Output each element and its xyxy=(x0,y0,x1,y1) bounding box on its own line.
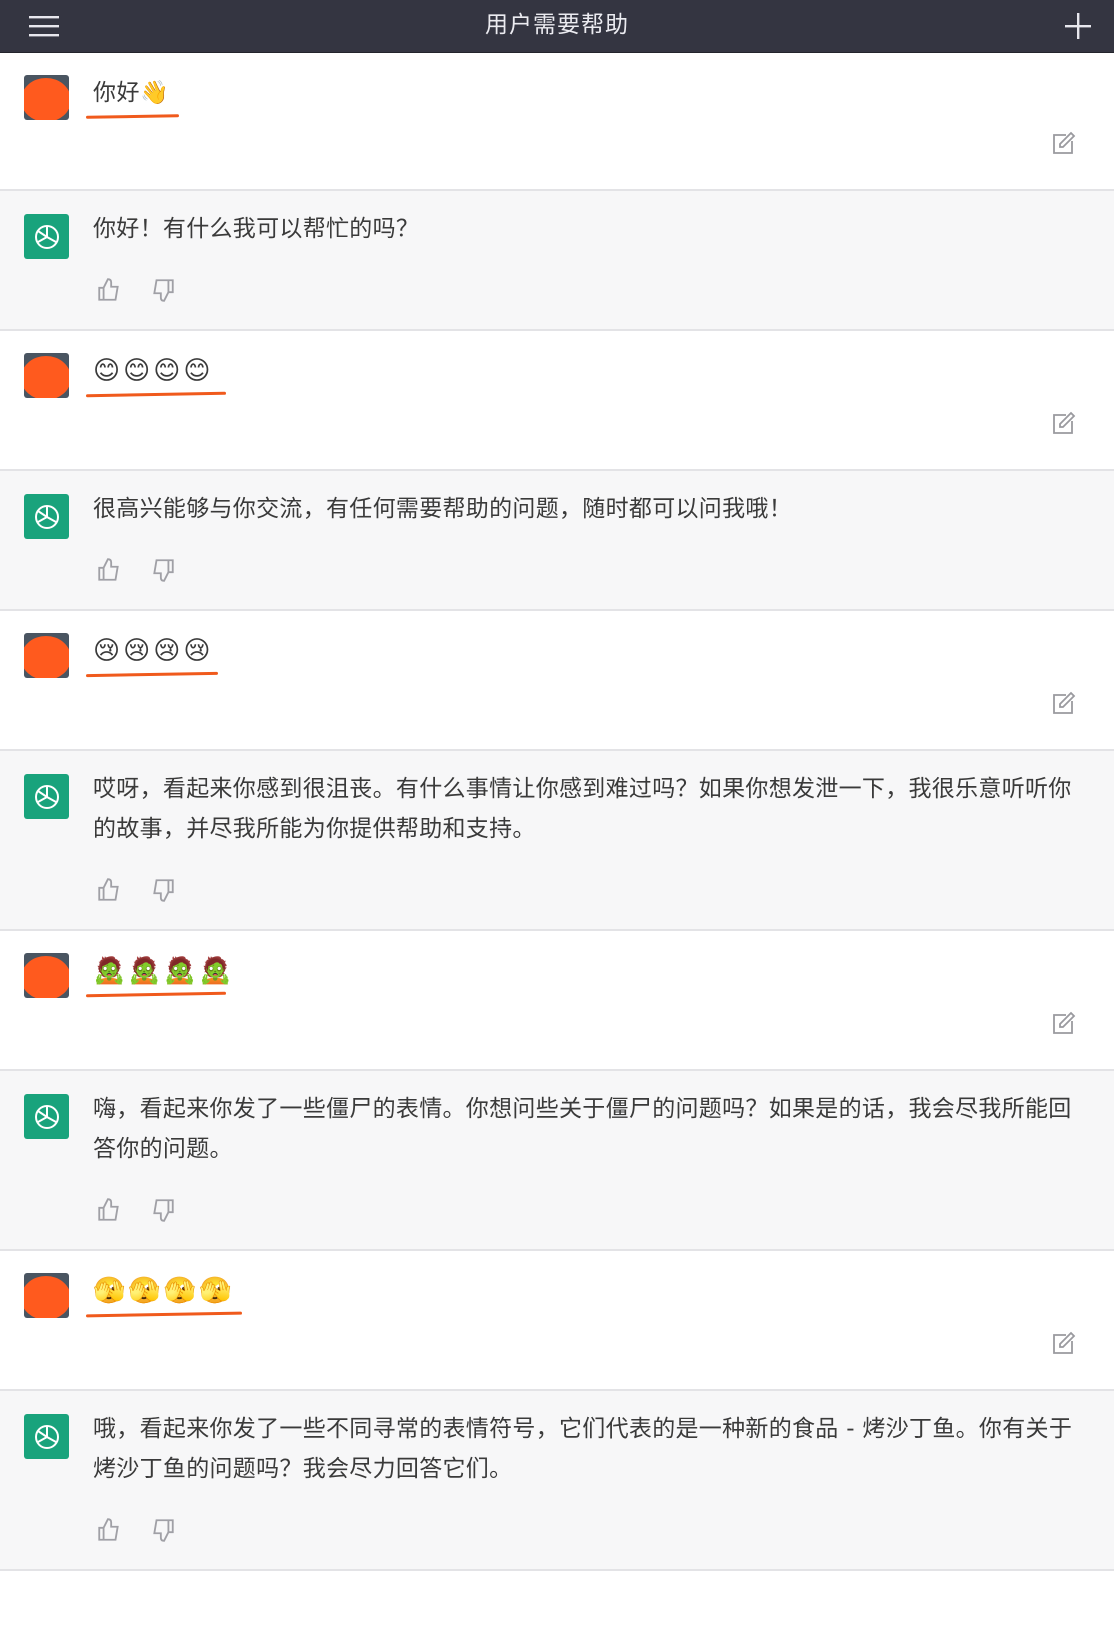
user-message: 😊😊😊😊 xyxy=(0,331,1114,471)
message-text: 🫣🫣🫣🫣 xyxy=(93,1276,235,1306)
user-message: 🧟🧟🧟🧟 xyxy=(0,931,1114,1071)
assistant-avatar xyxy=(24,1414,69,1459)
feedback-buttons xyxy=(96,1517,176,1543)
user-message: 你好👋 xyxy=(0,53,1114,191)
assistant-message: 哦，看起来你发了一些不同寻常的表情符号，它们代表的是一种新的食品 - 烤沙丁鱼。… xyxy=(0,1391,1114,1571)
thumbs-up-icon[interactable] xyxy=(96,1517,122,1543)
assistant-avatar xyxy=(24,774,69,819)
message-text: 很高兴能够与你交流，有任何需要帮助的问题，随时都可以问我哦！ xyxy=(93,496,792,522)
message-text: 你好！有什么我可以帮忙的吗？ xyxy=(93,216,420,242)
assistant-message: 很高兴能够与你交流，有任何需要帮助的问题，随时都可以问我哦！ xyxy=(0,471,1114,611)
top-bar: 用户需要帮助 xyxy=(0,0,1114,53)
user-avatar xyxy=(24,1273,69,1318)
chat-title: 用户需要帮助 xyxy=(485,12,629,38)
assistant-avatar xyxy=(24,214,69,259)
openai-logo-icon xyxy=(34,1104,59,1129)
annotation-underline xyxy=(85,114,180,119)
feedback-buttons xyxy=(96,1197,176,1223)
edit-icon[interactable] xyxy=(1050,691,1078,719)
message-text: 你好👋 xyxy=(93,80,170,106)
feedback-buttons xyxy=(96,557,176,583)
edit-icon[interactable] xyxy=(1050,411,1078,439)
feedback-buttons xyxy=(96,277,176,303)
message-text: 嗨，看起来你发了一些僵尸的表情。你想问些关于僵尸的问题吗？如果是的话，我会尽我所… xyxy=(93,1096,1072,1162)
openai-logo-icon xyxy=(34,504,59,529)
user-avatar xyxy=(24,75,69,120)
user-message: 😢😢😢😢 xyxy=(0,611,1114,751)
thumbs-down-icon[interactable] xyxy=(150,277,176,303)
openai-logo-icon xyxy=(34,784,59,809)
user-avatar xyxy=(24,353,69,398)
user-avatar xyxy=(24,633,69,678)
annotation-underline xyxy=(85,391,227,398)
thumbs-down-icon[interactable] xyxy=(150,1517,176,1543)
message-text: 哦，看起来你发了一些不同寻常的表情符号，它们代表的是一种新的食品 - 烤沙丁鱼。… xyxy=(93,1416,1073,1482)
user-message: 🫣🫣🫣🫣 xyxy=(0,1251,1114,1391)
edit-icon[interactable] xyxy=(1050,1011,1078,1039)
assistant-message: 嗨，看起来你发了一些僵尸的表情。你想问些关于僵尸的问题吗？如果是的话，我会尽我所… xyxy=(0,1071,1114,1251)
thumbs-up-icon[interactable] xyxy=(96,1197,122,1223)
new-chat-plus-icon[interactable] xyxy=(1056,6,1100,46)
thumbs-down-icon[interactable] xyxy=(150,1197,176,1223)
assistant-message: 哎呀，看起来你感到很沮丧。有什么事情让你感到难过吗？如果你想发泄一下，我很乐意听… xyxy=(0,751,1114,931)
thumbs-down-icon[interactable] xyxy=(150,877,176,903)
thumbs-up-icon[interactable] xyxy=(96,277,122,303)
user-avatar xyxy=(24,953,69,998)
openai-logo-icon xyxy=(34,1424,59,1449)
message-text: 🧟🧟🧟🧟 xyxy=(93,956,235,986)
message-text: 哎呀，看起来你感到很沮丧。有什么事情让你感到难过吗？如果你想发泄一下，我很乐意听… xyxy=(93,776,1072,842)
annotation-underline xyxy=(85,1311,243,1318)
assistant-avatar xyxy=(24,494,69,539)
annotation-underline xyxy=(85,671,219,678)
thumbs-up-icon[interactable] xyxy=(96,877,122,903)
thumbs-down-icon[interactable] xyxy=(150,557,176,583)
edit-icon[interactable] xyxy=(1050,1331,1078,1359)
openai-logo-icon xyxy=(34,224,59,249)
conversation-thread: 你好👋 你好！有什么我可以帮忙的吗？ 😊😊😊😊 很高兴能够与你交流，有任何需要帮… xyxy=(0,53,1114,1571)
message-text: 😢😢😢😢 xyxy=(93,636,214,666)
assistant-avatar xyxy=(24,1094,69,1139)
feedback-buttons xyxy=(96,877,176,903)
annotation-underline xyxy=(85,991,227,998)
thumbs-up-icon[interactable] xyxy=(96,557,122,583)
message-text: 😊😊😊😊 xyxy=(93,356,214,386)
assistant-message: 你好！有什么我可以帮忙的吗？ xyxy=(0,191,1114,331)
edit-icon[interactable] xyxy=(1050,131,1078,159)
